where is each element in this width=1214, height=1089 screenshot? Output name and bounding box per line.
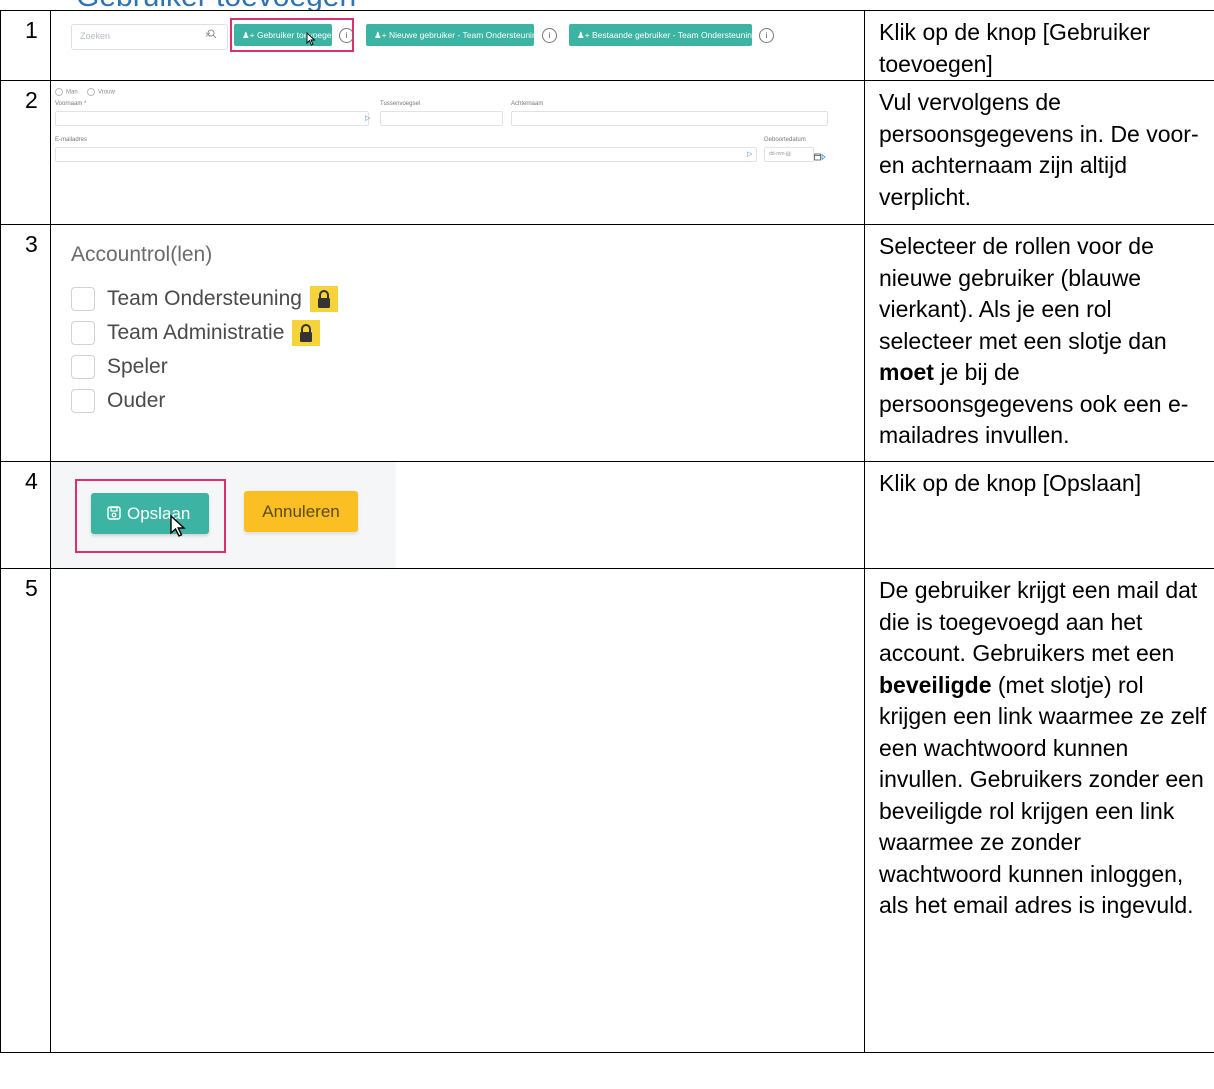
step-row-1: 1 Zoeken × ♟+ Gebruiker toevoegen i ♟+ N…	[0, 10, 1214, 81]
role-speler[interactable]: Speler	[71, 354, 168, 380]
account-roles: Accountrol(len) Team Ondersteuning Team …	[51, 225, 864, 461]
step-row-2: 2 Man Vrouw Voornaam * ▷ Tussenvoegsel A…	[0, 80, 1214, 225]
emphasis: beveiligde	[879, 671, 992, 698]
role-label: Team Ondersteuning	[107, 287, 302, 310]
gender-male-radio[interactable]: Man	[55, 88, 78, 96]
step-row-4: 4 Opslaan Annuleren Klik op de knop [Ops…	[0, 461, 1214, 569]
step-1-screenshot: Zoeken × ♟+ Gebruiker toevoegen i ♟+ Nie…	[50, 10, 865, 81]
person-form: Man Vrouw Voornaam * ▷ Tussenvoegsel Ach…	[51, 81, 864, 224]
first-name-label: Voornaam *	[55, 101, 87, 107]
birthdate-label: Geboortedatum	[764, 137, 806, 143]
search-icon[interactable]	[207, 26, 217, 44]
role-checkbox[interactable]	[71, 389, 95, 414]
first-name-input[interactable]	[55, 111, 369, 126]
role-team-administratie[interactable]: Team Administratie	[71, 320, 321, 347]
step-row-3: 3 Accountrol(len) Team Ondersteuning Tea…	[0, 224, 1214, 462]
role-checkbox[interactable]	[71, 287, 95, 312]
info-icon[interactable]: i	[542, 28, 557, 43]
role-team-ondersteuning[interactable]: Team Ondersteuning	[71, 286, 338, 313]
user-plus-icon: ♟+	[242, 30, 257, 40]
play-icon: ▷	[747, 151, 753, 158]
info-icon[interactable]: i	[339, 28, 354, 43]
play-icon: ▷	[365, 115, 371, 122]
step-description: Klik op de knop [Opslaan]	[864, 461, 1214, 569]
step-number: 4	[0, 461, 51, 569]
step-5-screenshot	[50, 568, 865, 1053]
instruction-table: 1 Zoeken × ♟+ Gebruiker toevoegen i ♟+ N…	[0, 10, 1214, 1053]
user-plus-icon: ♟+	[374, 30, 389, 40]
step-row-5: 5 De gebruiker krijgt een mail dat die i…	[0, 568, 1214, 1053]
new-user-team-button[interactable]: ♟+ Nieuwe gebruiker - Team Ondersteuning	[366, 24, 541, 46]
step-description: Vul vervolgens de persoonsgegevens in. D…	[864, 80, 1214, 225]
step-number: 5	[0, 568, 51, 1053]
lock-icon	[309, 286, 338, 313]
add-user-button[interactable]: ♟+ Gebruiker toevoegen	[234, 24, 336, 46]
step-3-screenshot: Accountrol(len) Team Ondersteuning Team …	[50, 224, 865, 462]
save-icon	[107, 494, 121, 535]
existing-user-team-button[interactable]: ♟+ Bestaande gebruiker - Team Ondersteun…	[569, 24, 757, 46]
role-ouder[interactable]: Ouder	[71, 388, 165, 414]
last-name-input[interactable]	[511, 111, 828, 126]
mouse-cursor-icon	[306, 32, 316, 46]
gender-female-radio[interactable]: Vrouw	[87, 88, 115, 96]
infix-input[interactable]	[380, 111, 503, 126]
step-2-screenshot: Man Vrouw Voornaam * ▷ Tussenvoegsel Ach…	[50, 80, 865, 225]
birthdate-placeholder: dd-mm-jjjj	[769, 151, 791, 157]
step-number: 1	[0, 10, 51, 81]
email-input[interactable]	[55, 147, 757, 162]
role-checkbox[interactable]	[71, 355, 95, 380]
step-description: Selecteer de rollen voor de nieuwe gebru…	[864, 224, 1214, 462]
role-label: Speler	[107, 355, 168, 378]
step-number: 2	[0, 80, 51, 225]
roles-title: Accountrol(len)	[71, 243, 213, 266]
step-number: 3	[0, 224, 51, 462]
role-label: Ouder	[107, 389, 166, 412]
infix-label: Tussenvoegsel	[380, 101, 421, 107]
role-checkbox[interactable]	[71, 321, 95, 346]
step-description: De gebruiker krijgt een mail dat die is …	[864, 568, 1214, 1053]
calendar-icon[interactable]	[814, 149, 826, 167]
cancel-button[interactable]: Annuleren	[244, 491, 358, 532]
emphasis: moet	[879, 359, 934, 385]
role-label: Team Administratie	[107, 321, 285, 344]
last-name-label: Achternaam	[511, 101, 544, 107]
info-icon[interactable]: i	[759, 28, 774, 43]
email-label: E-mailadres	[55, 137, 88, 143]
birthdate-input[interactable]: dd-mm-jjjj	[764, 147, 814, 162]
step-4-screenshot: Opslaan Annuleren	[50, 461, 865, 569]
step-description: Klik op de knop [Gebruiker toevoegen]	[864, 10, 1214, 81]
search-input[interactable]: Zoeken ×	[71, 24, 228, 50]
lock-icon	[292, 320, 321, 347]
user-plus-icon: ♟+	[577, 30, 592, 40]
search-placeholder: Zoeken	[80, 31, 111, 41]
toolbar: Zoeken × ♟+ Gebruiker toevoegen i ♟+ Nie…	[51, 11, 864, 79]
save-button[interactable]: Opslaan	[91, 493, 209, 534]
mouse-cursor-icon	[170, 514, 186, 537]
form-actions: Opslaan Annuleren	[51, 462, 864, 568]
